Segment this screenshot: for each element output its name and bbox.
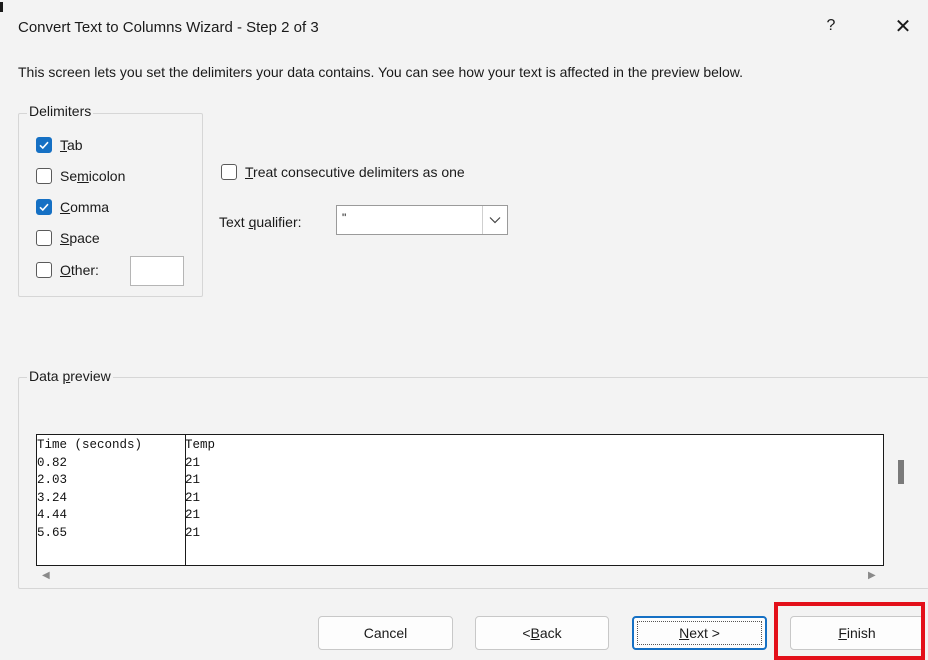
data-preview-pane[interactable]: Time (seconds) Temp 0.82 21 2.03 21 3.24 21 … — [36, 434, 884, 566]
vertical-scrollbar-thumb[interactable] — [898, 460, 904, 484]
preview-cell: 3.24 — [37, 490, 68, 505]
close-button[interactable]: ✕ — [880, 8, 926, 44]
preview-row: 4.44 21 — [37, 507, 215, 525]
preview-cell: 21 — [185, 473, 201, 487]
semicolon-label: Semicolon — [60, 168, 126, 184]
checkmark-icon — [39, 141, 49, 150]
preview-cell: 2.03 — [37, 473, 68, 487]
space-checkbox-row[interactable]: Space — [36, 230, 100, 246]
delimiters-legend: Delimiters — [27, 103, 94, 119]
semicolon-checkbox[interactable] — [36, 168, 52, 184]
preview-cell: 0.82 — [37, 455, 68, 470]
preview-cell: Time (seconds) — [37, 438, 143, 452]
preview-row: Time (seconds) Temp — [37, 437, 215, 455]
space-checkbox[interactable] — [36, 230, 52, 246]
tab-label: Tab — [60, 137, 83, 153]
checkmark-icon — [39, 203, 49, 212]
scroll-left-icon[interactable]: ◀ — [42, 570, 50, 581]
other-checkbox-row[interactable]: Other: — [36, 262, 99, 278]
convert-text-wizard-dialog: Convert Text to Columns Wizard - Step 2 … — [0, 0, 928, 660]
cancel-button[interactable]: Cancel — [318, 616, 453, 650]
next-button[interactable]: Next > — [632, 616, 767, 650]
other-checkbox[interactable] — [36, 262, 52, 278]
preview-cell: 21 — [185, 455, 201, 470]
preview-row: 2.03 21 — [37, 472, 215, 490]
preview-row: 0.82 21 — [37, 455, 215, 473]
other-delimiter-input[interactable] — [130, 256, 184, 286]
other-label: Other: — [60, 262, 99, 278]
title-bar: Convert Text to Columns Wizard - Step 2 … — [0, 0, 928, 54]
semicolon-checkbox-row[interactable]: Semicolon — [36, 168, 125, 184]
preview-cell: 21 — [185, 490, 201, 505]
column-break-line[interactable] — [185, 435, 186, 565]
comma-checkbox[interactable] — [36, 199, 52, 215]
finish-button[interactable]: Finish — [790, 616, 924, 650]
preview-cell: 21 — [185, 508, 201, 522]
instruction-text: This screen lets you set the delimiters … — [18, 64, 744, 80]
back-button[interactable]: < Back — [475, 616, 609, 650]
tab-checkbox[interactable] — [36, 137, 52, 153]
text-qualifier-label: Text qualifier: — [219, 214, 302, 230]
data-preview-legend: Data preview — [27, 368, 113, 384]
preview-grid: Time (seconds) Temp 0.82 21 2.03 21 3.24 21 … — [37, 437, 215, 542]
text-qualifier-select[interactable]: " — [336, 205, 508, 235]
preview-cell: 4.44 — [37, 508, 68, 522]
chevron-down-icon[interactable] — [482, 206, 507, 234]
comma-label: Comma — [60, 199, 110, 215]
focus-ring — [637, 621, 762, 645]
tab-checkbox-row[interactable]: Tab — [36, 137, 83, 153]
dialog-title: Convert Text to Columns Wizard - Step 2 … — [18, 19, 319, 36]
comma-checkbox-row[interactable]: Comma — [36, 199, 109, 215]
preview-cell: 5.65 — [37, 525, 68, 540]
preview-cell: Temp — [185, 438, 216, 452]
consecutive-delimiters-checkbox[interactable] — [221, 164, 237, 180]
consecutive-delimiters-label: Treat consecutive delimiters as one — [245, 164, 465, 180]
text-qualifier-value: " — [342, 211, 347, 225]
horizontal-scrollbar[interactable]: ◀ ▶ — [36, 566, 884, 586]
preview-cell: 21 — [185, 525, 201, 540]
consecutive-delimiters-row[interactable]: Treat consecutive delimiters as one — [221, 164, 465, 180]
scroll-right-icon[interactable]: ▶ — [868, 570, 876, 581]
window-edge-mark — [0, 2, 3, 12]
preview-row: 3.24 21 — [37, 490, 215, 508]
preview-row: 5.65 21 — [37, 525, 215, 543]
space-label: Space — [60, 230, 100, 246]
help-button[interactable]: ? — [808, 8, 854, 44]
